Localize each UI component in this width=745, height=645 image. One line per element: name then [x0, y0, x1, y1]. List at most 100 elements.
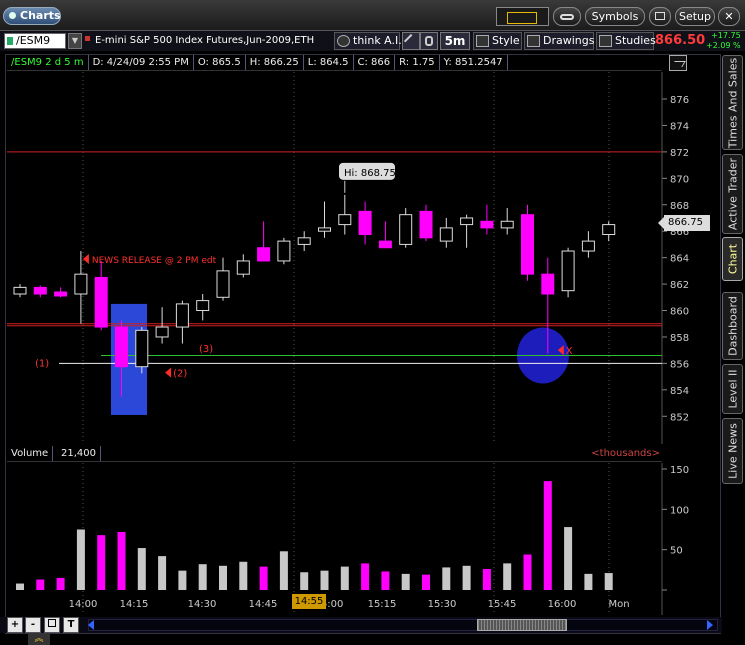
zoom-box-icon — [48, 619, 56, 627]
wrench-tool-button[interactable] — [420, 32, 438, 50]
style-icon — [476, 35, 489, 47]
candle-body — [521, 214, 534, 275]
candle-body — [74, 273, 88, 295]
drawings-button[interactable]: Drawings — [524, 32, 594, 50]
text-tool-button[interactable]: T — [63, 617, 79, 633]
key-link-icon — [560, 14, 574, 20]
volume-bar — [361, 563, 370, 590]
link-icon-button[interactable] — [553, 7, 581, 26]
price-tick-label: 876 — [670, 95, 689, 106]
chart-scrollbar[interactable] — [88, 619, 718, 631]
volume-bar — [604, 573, 613, 590]
print-button[interactable] — [649, 7, 671, 26]
think-ai-button[interactable]: think A.I. — [334, 32, 402, 50]
time-tick-label: 14:15 — [120, 599, 149, 610]
candle-body — [54, 291, 68, 297]
tab-active-trader[interactable]: Active Trader — [722, 154, 743, 234]
info-open: O: 865.5 — [194, 55, 246, 70]
volume-bar — [76, 529, 85, 590]
candle-body — [33, 286, 47, 295]
tab-level-ii[interactable]: Level II — [722, 364, 743, 414]
time-tick-label: 16:00 — [548, 599, 577, 610]
timeframe-selector[interactable]: 5m — [440, 32, 470, 50]
volume-bar — [503, 563, 512, 590]
info-y: Y: 851.2547 — [440, 55, 508, 70]
setup-button[interactable]: Setup — [675, 7, 715, 26]
symbols-button-label: Symbols — [591, 10, 639, 23]
zoom-out-button[interactable]: - — [25, 617, 41, 633]
crosshair-icon — [403, 33, 419, 49]
price-tick-label: 870 — [670, 174, 689, 185]
symbols-button[interactable]: Symbols — [585, 7, 645, 26]
volume-bar — [300, 572, 309, 590]
charts-title-tab[interactable]: Charts — [3, 7, 61, 25]
style-button[interactable]: Style — [473, 32, 522, 50]
price-chart[interactable]: 852854856858860862864866868870872874876H… — [7, 72, 717, 444]
scroll-right-arrow-icon[interactable] — [707, 620, 713, 630]
candle-body — [460, 217, 474, 226]
link-color-box[interactable] — [496, 7, 549, 26]
candle-body — [135, 329, 149, 368]
volume-bar — [422, 574, 430, 590]
zoom-in-button[interactable]: + — [7, 617, 23, 633]
price-tick-label: 858 — [670, 333, 689, 344]
news-arrow-icon — [82, 253, 89, 264]
volume-tick-label: 50 — [670, 546, 683, 557]
volume-bar — [523, 554, 532, 590]
collapse-panel-chevron-icon[interactable]: ︽ — [28, 634, 50, 645]
think-ai-icon — [337, 35, 350, 47]
tab-chart[interactable]: Chart — [722, 237, 743, 281]
close-window-button[interactable]: ✕ — [718, 7, 740, 26]
volume-bar — [117, 531, 126, 590]
scrollbar-thumb[interactable] — [477, 619, 567, 631]
symbol-dropdown-button[interactable]: ▼ — [68, 33, 82, 49]
time-tick-label: 15:30 — [428, 599, 457, 610]
symbol-input[interactable]: /ESM9 — [4, 33, 66, 49]
tab-active-trader-label: Active Trader — [726, 157, 739, 231]
news-release-label: NEWS RELEASE @ 2 PM edt — [92, 256, 217, 266]
studies-button[interactable]: Studies — [596, 32, 656, 50]
tab-times-and-sales[interactable]: Times And Sales — [722, 55, 743, 150]
setup-button-label: Setup — [678, 10, 712, 23]
volume-bar — [320, 570, 329, 590]
charts-window-icon — [9, 12, 16, 19]
volume-bar — [401, 573, 410, 590]
candle-body — [480, 220, 494, 229]
tab-chart-label: Chart — [726, 243, 739, 275]
crosshair-tool-button[interactable] — [402, 32, 420, 50]
volume-bar — [16, 583, 24, 590]
zoom-box-button[interactable] — [44, 617, 60, 633]
style-label: Style — [492, 34, 520, 47]
candle-body — [500, 220, 514, 229]
candle-body — [358, 210, 372, 236]
drawings-label: Drawings — [543, 34, 595, 47]
volume-chart[interactable]: 5010015014:00 14:15 14:30 14:45 15:00 15:15 15… — [7, 447, 717, 615]
chart-info-bar: /ESM9 2 d 5 m D: 4/24/09 2:55 PM O: 865.… — [7, 55, 662, 71]
studies-label: Studies — [615, 34, 656, 47]
price-tick-label: 872 — [670, 148, 689, 159]
candle-body — [378, 240, 392, 249]
pencil-icon — [527, 35, 540, 47]
price-tick-label: 854 — [670, 386, 689, 397]
volume-tick-label: 100 — [670, 505, 689, 516]
volume-bar — [564, 527, 573, 590]
scroll-left-arrow-icon[interactable] — [88, 620, 94, 630]
candle-body — [602, 224, 616, 236]
symbol-value: /ESM9 — [16, 34, 51, 47]
candle-body — [257, 247, 271, 262]
tab-times-and-sales-label: Times And Sales — [726, 57, 739, 148]
studies-icon — [599, 35, 612, 47]
info-range: R: 1.75 — [395, 55, 440, 70]
text-tool-icon: T — [67, 619, 75, 630]
chart-expand-button[interactable] — [669, 55, 687, 71]
candle-body — [581, 240, 595, 252]
candle-body — [175, 303, 189, 328]
tab-live-news[interactable]: Live News — [722, 418, 743, 484]
candle-body — [439, 227, 453, 242]
candle-body — [318, 227, 331, 232]
info-low: L: 864.5 — [304, 55, 354, 70]
tab-dashboard[interactable]: Dashboard — [722, 292, 743, 360]
candle-body — [13, 286, 27, 295]
print-icon — [655, 12, 665, 20]
price-tick-label: 874 — [670, 121, 689, 132]
